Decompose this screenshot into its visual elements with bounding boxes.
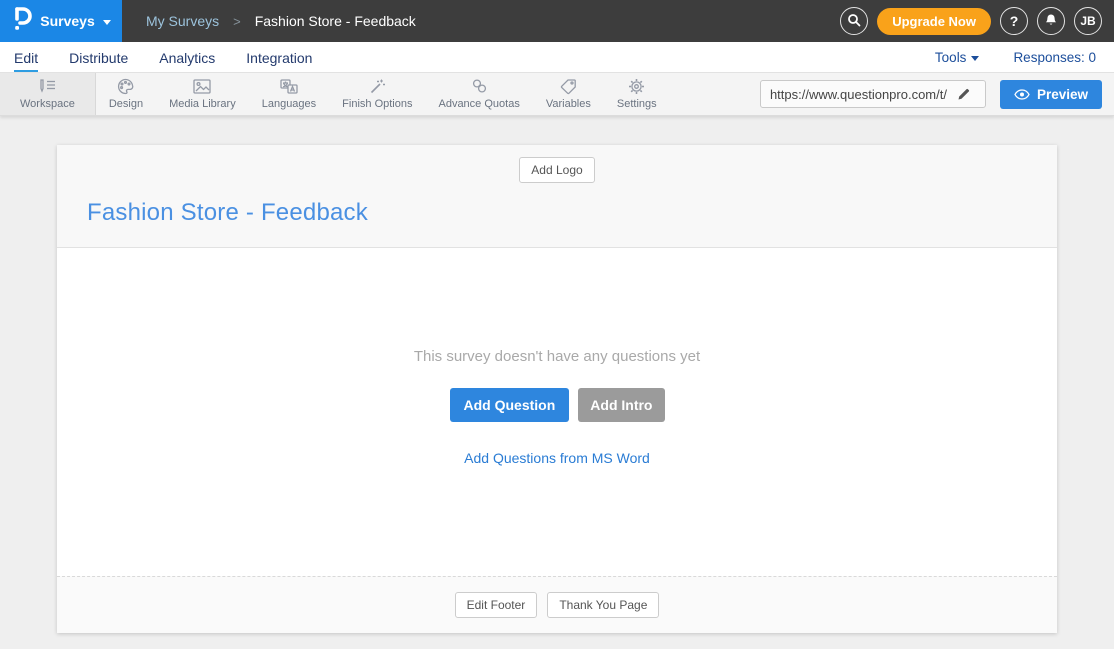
edit-url-pencil-icon[interactable]	[951, 88, 977, 101]
breadcrumb-current-survey: Fashion Store - Feedback	[255, 13, 416, 29]
add-questions-from-msword-link[interactable]: Add Questions from MS Word	[464, 450, 650, 466]
survey-header: Add Logo Fashion Store - Feedback	[57, 145, 1057, 248]
question-mark-icon: ?	[1010, 13, 1019, 29]
magic-wand-icon	[369, 78, 386, 96]
tag-icon	[560, 78, 577, 96]
responses-count[interactable]: Responses: 0	[1013, 50, 1096, 65]
toolbar-item-advance-quotas[interactable]: Advance Quotas	[425, 73, 532, 115]
tab-distribute[interactable]: Distribute	[69, 45, 143, 70]
toolbar-right: Preview	[760, 73, 1114, 115]
chain-links-icon	[471, 78, 488, 96]
breadcrumb: My Surveys > Fashion Store - Feedback	[146, 13, 416, 29]
add-question-button[interactable]: Add Question	[450, 388, 570, 422]
preview-label: Preview	[1037, 87, 1088, 102]
toolbar-item-design[interactable]: Design	[96, 73, 156, 115]
add-intro-button[interactable]: Add Intro	[578, 388, 664, 422]
help-button[interactable]: ?	[1000, 7, 1028, 35]
survey-body: This survey doesn't have any questions y…	[57, 248, 1057, 576]
eye-icon	[1014, 89, 1030, 100]
nav-row-right: Tools Responses: 0	[935, 50, 1114, 65]
topbar-actions: Upgrade Now ? JB	[840, 7, 1114, 35]
nav-row: Edit Distribute Analytics Integration To…	[0, 42, 1114, 73]
translate-icon	[280, 78, 298, 96]
survey-footer: Edit Footer Thank You Page	[57, 576, 1057, 633]
toolbar-item-settings[interactable]: Settings	[604, 73, 670, 115]
product-switcher[interactable]: Surveys	[0, 0, 122, 42]
breadcrumb-separator: >	[233, 14, 241, 29]
tab-edit[interactable]: Edit	[14, 45, 53, 70]
chevron-down-icon	[971, 56, 979, 61]
avatar[interactable]: JB	[1074, 7, 1102, 35]
thank-you-page-button[interactable]: Thank You Page	[547, 592, 659, 618]
tools-dropdown[interactable]: Tools	[935, 50, 980, 65]
survey-url-field-wrap	[760, 80, 986, 108]
bell-icon	[1044, 13, 1058, 30]
upgrade-now-button[interactable]: Upgrade Now	[877, 8, 991, 35]
preview-button[interactable]: Preview	[1000, 80, 1102, 109]
survey-title[interactable]: Fashion Store - Feedback	[87, 199, 1027, 227]
workspace-icon	[37, 78, 57, 96]
search-button[interactable]	[840, 7, 868, 35]
avatar-initials: JB	[1080, 14, 1095, 28]
breadcrumb-my-surveys[interactable]: My Surveys	[146, 13, 219, 29]
survey-url-input[interactable]	[761, 87, 951, 102]
gear-icon	[628, 78, 645, 96]
notifications-button[interactable]	[1037, 7, 1065, 35]
empty-survey-message: This survey doesn't have any questions y…	[414, 348, 700, 365]
toolbar-item-variables[interactable]: Variables	[533, 73, 604, 115]
image-icon	[193, 78, 211, 96]
toolbar-item-languages[interactable]: Languages	[249, 73, 329, 115]
top-bar: Surveys My Surveys > Fashion Store - Fee…	[0, 0, 1114, 42]
toolbar-item-media-library[interactable]: Media Library	[156, 73, 249, 115]
add-logo-button[interactable]: Add Logo	[519, 157, 594, 183]
chevron-down-icon	[103, 20, 111, 25]
survey-toolbar: Workspace Design Media Library	[0, 73, 1114, 116]
questionpro-logo-icon	[11, 6, 32, 37]
main-tabs: Edit Distribute Analytics Integration	[14, 45, 343, 70]
palette-icon	[117, 78, 134, 96]
edit-footer-button[interactable]: Edit Footer	[455, 592, 538, 618]
toolbar-item-workspace[interactable]: Workspace	[0, 73, 96, 115]
search-icon	[847, 13, 861, 30]
tab-analytics[interactable]: Analytics	[159, 45, 230, 70]
product-label: Surveys	[40, 13, 94, 29]
toolbar-item-finish-options[interactable]: Finish Options	[329, 73, 425, 115]
tools-label: Tools	[935, 50, 967, 65]
tab-integration[interactable]: Integration	[246, 45, 327, 70]
survey-editor-card: Add Logo Fashion Store - Feedback This s…	[57, 145, 1057, 633]
